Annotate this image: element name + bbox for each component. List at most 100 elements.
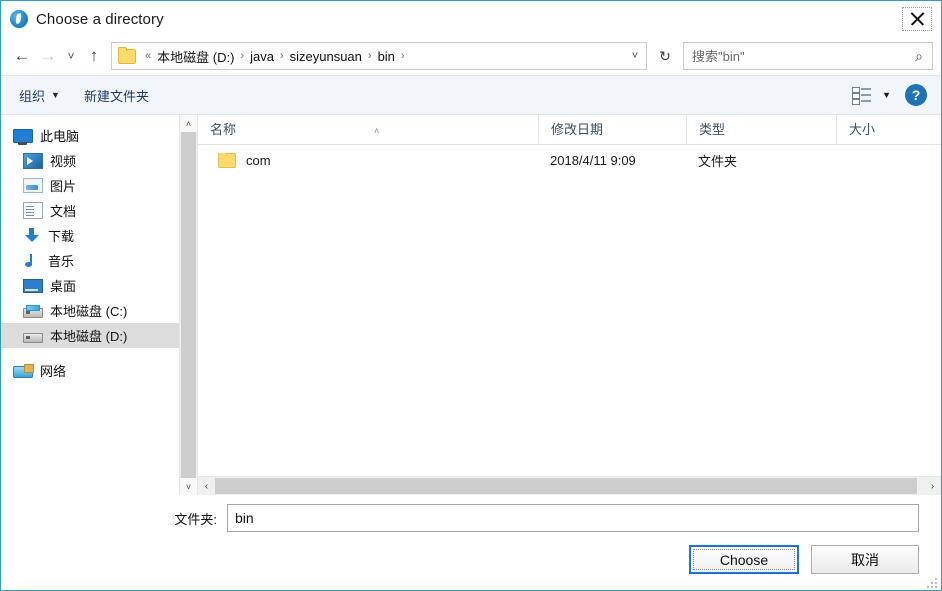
- file-list: com 2018/4/11 9:09 文件夹: [198, 145, 941, 476]
- breadcrumb-item-1[interactable]: java: [246, 47, 278, 66]
- scroll-down-button[interactable]: ˅: [180, 478, 197, 495]
- scroll-track[interactable]: [180, 132, 197, 478]
- cancel-button-label: 取消: [851, 551, 879, 568]
- folder-name-input[interactable]: [227, 504, 919, 532]
- view-options-chevron-down-icon[interactable]: ▼: [882, 90, 891, 100]
- cancel-button[interactable]: 取消: [811, 545, 919, 574]
- sidebar-item-documents[interactable]: 文档: [1, 198, 179, 223]
- back-button[interactable]: ←: [9, 43, 35, 69]
- column-header-name-label: 名称: [210, 122, 237, 137]
- recent-locations-button[interactable]: ˅: [61, 43, 81, 69]
- sidebar-item-music[interactable]: 音乐: [1, 248, 179, 273]
- breadcrumb-separator-0[interactable]: ›: [238, 50, 246, 62]
- refresh-icon[interactable]: ↻: [653, 43, 677, 69]
- search-input[interactable]: [684, 47, 906, 65]
- sidebar-item-network[interactable]: 网络: [1, 358, 179, 383]
- sidebar-item-pictures[interactable]: 图片: [1, 173, 179, 198]
- close-button[interactable]: [897, 4, 937, 34]
- organize-label: 组织: [19, 88, 46, 104]
- file-list-horizontal-scrollbar[interactable]: ‹ ›: [198, 476, 941, 495]
- drive-icon: [23, 332, 43, 343]
- cell-date: 2018/4/11 9:09: [550, 152, 636, 168]
- cell-name: com: [198, 152, 538, 168]
- folder-name-row: 文件夹:: [1, 495, 941, 535]
- table-row[interactable]: com 2018/4/11 9:09 文件夹: [198, 145, 941, 175]
- system-drive-icon: [23, 304, 43, 318]
- resize-grip[interactable]: [925, 576, 937, 588]
- scroll-right-button[interactable]: ›: [924, 481, 941, 492]
- sidebar-item-label: 下载: [48, 229, 75, 244]
- breadcrumb-item-3[interactable]: bin: [374, 47, 399, 66]
- organize-button[interactable]: 组织 ▼: [11, 82, 68, 109]
- breadcrumb-item-0[interactable]: 本地磁盘 (D:): [153, 45, 238, 68]
- breadcrumb: « 本地磁盘 (D:) › java › sizeyunsuan › bin ›: [143, 45, 624, 68]
- focus-ring: [693, 549, 795, 570]
- navigation-pane-scrollbar[interactable]: ˄ ˅: [179, 115, 197, 495]
- sidebar-item-desktop[interactable]: 桌面: [1, 273, 179, 298]
- sidebar-item-this-pc[interactable]: 此电脑: [1, 123, 179, 148]
- sidebar-item-label: 网络: [40, 364, 67, 379]
- folder-name-label: 文件夹:: [174, 511, 217, 527]
- scroll-left-button[interactable]: ‹: [198, 481, 215, 492]
- up-button[interactable]: ↑: [81, 43, 107, 69]
- sidebar-item-label: 桌面: [50, 279, 77, 294]
- scroll-up-button[interactable]: ˄: [180, 115, 197, 132]
- sidebar-item-label: 文档: [50, 204, 77, 219]
- close-icon: [909, 11, 925, 27]
- search-icon[interactable]: ⌕: [906, 48, 932, 65]
- folder-icon: [218, 152, 236, 168]
- sidebar-item-label: 此电脑: [40, 129, 80, 144]
- dialog-footer: 文件夹: Choose 取消: [1, 495, 941, 590]
- navigation-bar: ← → ˅ ↑ « 本地磁盘 (D:) › java › sizeyunsuan…: [1, 37, 941, 75]
- file-list-pane: 名称 ˄ 修改日期 类型 大小 com 2018/4/11 9:09 文件夹 ‹…: [198, 115, 941, 495]
- column-header-type[interactable]: 类型: [686, 115, 836, 144]
- pictures-icon: [23, 178, 43, 193]
- resize-grip-row: [1, 574, 941, 590]
- address-bar[interactable]: « 本地磁盘 (D:) › java › sizeyunsuan › bin ›…: [111, 42, 647, 70]
- cell-type: 文件夹: [698, 153, 738, 169]
- folder-icon: [118, 46, 136, 64]
- videos-icon: [23, 152, 43, 169]
- this-pc-icon: [13, 129, 33, 145]
- dialog-button-row: Choose 取消: [1, 535, 941, 574]
- chevron-down-icon: ▼: [51, 90, 60, 100]
- file-name-label: com: [246, 152, 271, 168]
- sidebar-item-local-disk-d[interactable]: 本地磁盘 (D:): [1, 323, 179, 348]
- app-globe-icon: [10, 10, 28, 28]
- breadcrumb-separator-2[interactable]: ›: [366, 50, 374, 62]
- title-bar: Choose a directory: [1, 1, 941, 37]
- navigation-tree: 此电脑 视频 图片 文档 下载 音乐 桌面 本地磁盘 (C:) 本地磁盘 (D:…: [1, 115, 179, 495]
- view-layout-icon[interactable]: [852, 87, 872, 105]
- new-folder-label: 新建文件夹: [83, 88, 149, 104]
- choose-button[interactable]: Choose: [689, 545, 799, 574]
- sidebar-item-downloads[interactable]: 下载: [1, 223, 179, 248]
- sidebar-item-local-disk-c[interactable]: 本地磁盘 (C:): [1, 298, 179, 323]
- scroll-thumb[interactable]: [215, 478, 917, 494]
- help-button[interactable]: ?: [905, 84, 927, 106]
- sidebar-item-label: 图片: [50, 179, 77, 194]
- breadcrumb-separator-3[interactable]: ›: [399, 50, 407, 62]
- sidebar-item-label: 本地磁盘 (C:): [50, 304, 128, 319]
- dialog-body: 此电脑 视频 图片 文档 下载 音乐 桌面 本地磁盘 (C:) 本地磁盘 (D:…: [1, 115, 941, 495]
- sidebar-item-label: 音乐: [48, 254, 75, 269]
- breadcrumb-item-2[interactable]: sizeyunsuan: [286, 47, 366, 66]
- desktop-icon: [23, 279, 43, 293]
- column-header-date[interactable]: 修改日期: [538, 115, 686, 144]
- music-icon: [23, 253, 41, 269]
- column-header-size[interactable]: 大小: [836, 115, 936, 144]
- chevron-down-icon[interactable]: ˅: [624, 50, 646, 62]
- window-title: Choose a directory: [36, 10, 164, 28]
- scroll-thumb[interactable]: [181, 132, 196, 478]
- breadcrumb-separator-1[interactable]: ›: [278, 50, 286, 62]
- column-header-name[interactable]: 名称 ˄: [198, 115, 538, 144]
- file-dialog-window: Choose a directory ← → ˅ ↑ « 本地磁盘 (D:) ›…: [0, 0, 942, 591]
- search-box[interactable]: ⌕: [683, 42, 933, 70]
- sidebar-item-videos[interactable]: 视频: [1, 148, 179, 173]
- breadcrumb-overflow[interactable]: «: [143, 50, 153, 62]
- new-folder-button[interactable]: 新建文件夹: [76, 82, 157, 109]
- sidebar-item-label: 本地磁盘 (D:): [50, 329, 128, 344]
- column-header-row: 名称 ˄ 修改日期 类型 大小: [198, 115, 941, 145]
- network-icon: [13, 364, 34, 378]
- scroll-track[interactable]: [215, 477, 924, 495]
- forward-button: →: [39, 46, 57, 65]
